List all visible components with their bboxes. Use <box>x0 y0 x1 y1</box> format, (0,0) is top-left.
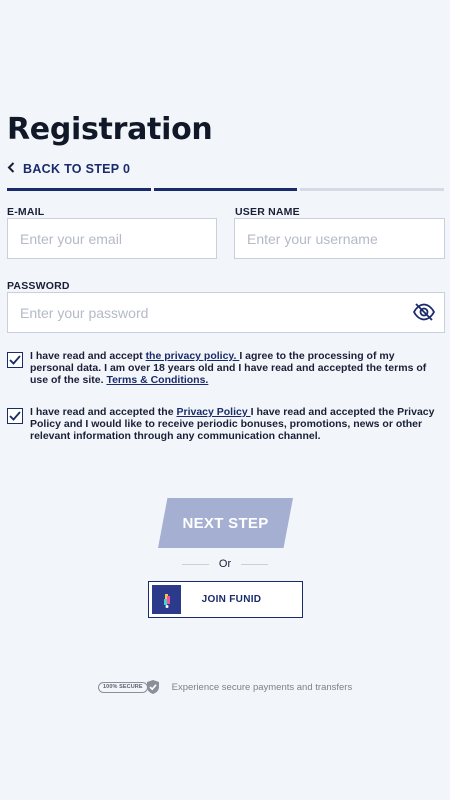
privacy-policy-link[interactable]: the privacy policy. <box>146 350 240 362</box>
or-divider: Or <box>182 558 269 570</box>
checkmark-icon <box>9 355 21 365</box>
marketing-consent-checkbox[interactable] <box>7 408 23 424</box>
marketing-consent-row: I have read and accepted the Privacy Pol… <box>7 406 439 442</box>
progress-step-2 <box>153 188 298 191</box>
terms-conditions-link[interactable]: Terms & Conditions. <box>106 374 208 386</box>
secure-badge-text: 100% SECURE <box>98 681 148 693</box>
checkmark-icon <box>9 411 21 421</box>
privacy-policy-link[interactable]: Privacy Policy <box>176 406 250 418</box>
divider-line <box>241 563 269 565</box>
or-label: Or <box>218 558 232 570</box>
eye-off-icon[interactable] <box>412 302 436 322</box>
password-field-wrapper <box>7 292 445 333</box>
progress-step-3 <box>300 188 445 191</box>
consent-text: I have read and accepted the <box>30 406 177 418</box>
secure-message: Experience secure payments and transfers <box>171 681 353 693</box>
consent-text: I have read and accept <box>30 350 146 362</box>
step-progress-bar <box>7 188 445 191</box>
email-label: E-MAIL <box>7 206 45 218</box>
page-title: Registration <box>7 112 213 147</box>
progress-step-1 <box>7 188 151 191</box>
privacy-consent-row: I have read and accept the privacy polic… <box>7 350 439 386</box>
email-input[interactable] <box>20 230 216 247</box>
username-input[interactable] <box>247 230 444 247</box>
email-field-wrapper <box>7 218 217 259</box>
next-step-button[interactable]: NEXT STEP <box>158 498 293 548</box>
join-funid-label: JOIN FUNID <box>201 594 262 605</box>
funid-logo-icon <box>152 585 181 614</box>
shield-check-icon <box>146 680 159 694</box>
privacy-consent-checkbox[interactable] <box>7 352 23 368</box>
chevron-left-icon <box>7 162 15 176</box>
divider-line <box>182 563 209 565</box>
username-label: USER NAME <box>235 206 300 218</box>
secure-badge: 100% SECURE <box>98 679 160 695</box>
back-label: BACK TO STEP 0 <box>23 162 131 176</box>
username-field-wrapper <box>234 218 445 259</box>
password-input[interactable] <box>20 304 444 321</box>
marketing-consent-text: I have read and accepted the Privacy Pol… <box>30 406 439 442</box>
secure-payments-footer: 100% SECURE Experience secure payments a… <box>98 679 352 695</box>
privacy-consent-text: I have read and accept the privacy polic… <box>30 350 439 386</box>
password-label: PASSWORD <box>7 280 70 292</box>
back-to-step-link[interactable]: BACK TO STEP 0 <box>7 160 130 178</box>
join-funid-button[interactable]: JOIN FUNID <box>148 581 303 618</box>
